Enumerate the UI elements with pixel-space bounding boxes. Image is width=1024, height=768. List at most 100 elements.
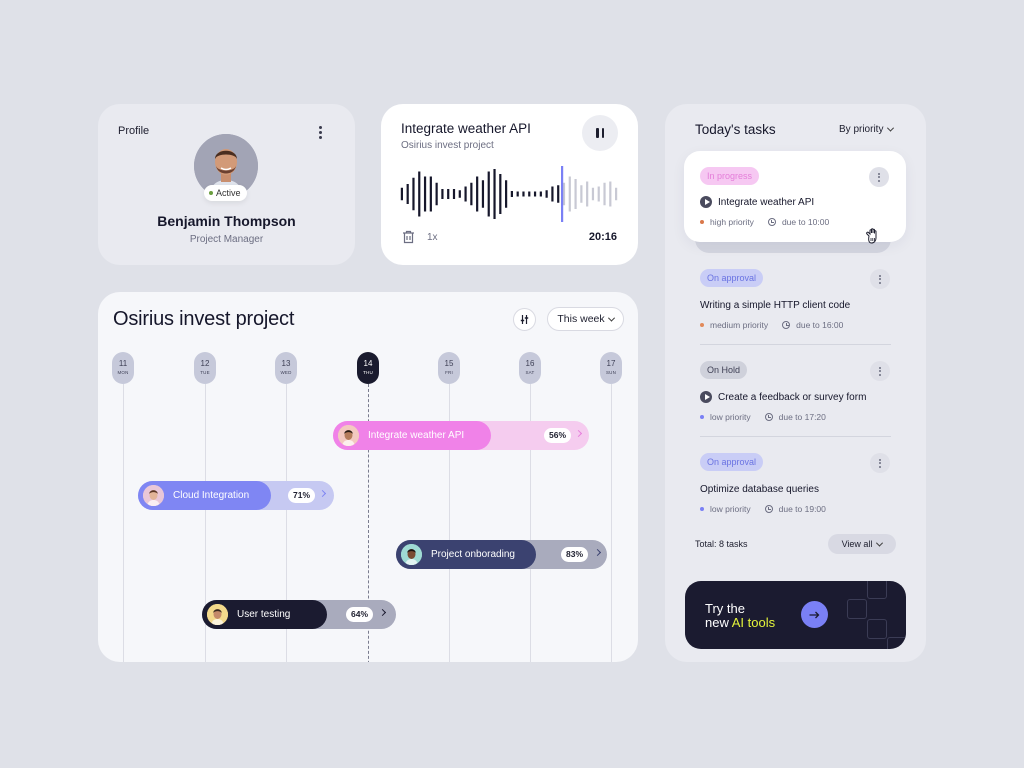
promo-arrow-button[interactable] (801, 601, 828, 628)
waveform-bar (435, 182, 438, 206)
gantt-bar[interactable]: Integrate weather API 56% (333, 421, 589, 450)
sort-dropdown[interactable]: By priority (839, 124, 895, 135)
gantt-task-name: User testing (237, 609, 291, 620)
priority-dot-icon (700, 415, 704, 419)
decor-square (887, 637, 906, 649)
waveform-bar (487, 171, 490, 217)
assignee-avatar[interactable] (207, 604, 228, 625)
due-label: due to 19:00 (778, 504, 826, 514)
day-pill-mon[interactable]: 11 MON (112, 352, 134, 384)
view-all-button[interactable]: View all (828, 534, 896, 554)
day-pill-wed[interactable]: 13 WED (275, 352, 297, 384)
play-icon[interactable] (700, 391, 712, 403)
gantt-bar[interactable]: User testing 64% (202, 600, 396, 629)
task-more-icon[interactable] (870, 361, 890, 381)
task-item[interactable]: On Hold Create a feedback or survey form… (700, 361, 890, 422)
waveform-bar (562, 182, 566, 206)
waveform-bar (522, 191, 525, 197)
day-pill-sun[interactable]: 17 SUN (600, 352, 622, 384)
playhead[interactable] (561, 166, 564, 222)
clock-icon (782, 321, 791, 329)
waveform[interactable] (399, 166, 619, 222)
pause-button[interactable] (582, 115, 618, 151)
progress-badge: 56% (544, 428, 572, 443)
waveform-bar (597, 186, 600, 202)
day-of-week: SAT (525, 370, 535, 375)
progress-badge: 83% (561, 547, 589, 562)
gantt-task-name: Cloud Integration (173, 490, 250, 501)
day-number: 12 (200, 359, 210, 368)
filter-button[interactable] (513, 308, 536, 331)
waveform-bar (533, 191, 537, 197)
gantt-bar[interactable]: Project onborading 83% (396, 540, 607, 569)
duration: 20:16 (588, 231, 617, 243)
waveform-bar (418, 171, 421, 217)
day-pill-sat[interactable]: 16 SAT (519, 352, 541, 384)
clock-icon (767, 218, 776, 226)
task-meta: low priority due to 19:00 (700, 504, 826, 514)
gantt-task-name: Integrate weather API (368, 430, 465, 441)
waveform-bar (591, 187, 595, 201)
waveform-bar (557, 185, 560, 203)
waveform-bar (423, 176, 427, 212)
day-of-week: WED (280, 370, 292, 375)
assignee-avatar[interactable] (401, 544, 422, 565)
day-number: 14 (363, 359, 373, 368)
play-icon[interactable] (700, 196, 712, 208)
tasks-title: Today's tasks (695, 122, 776, 137)
trash-icon[interactable] (402, 230, 415, 244)
range-dropdown[interactable]: This week (547, 307, 624, 331)
waveform-bar (493, 169, 496, 219)
profile-more-icon[interactable] (315, 125, 325, 139)
status-badge: On approval (700, 453, 764, 471)
task-more-icon[interactable] (869, 167, 889, 187)
playback-speed[interactable]: 1x (427, 232, 438, 243)
assignee-avatar[interactable] (143, 485, 164, 506)
chevron-right-icon[interactable] (593, 548, 602, 557)
day-pill-fri[interactable]: 15 FRI (438, 352, 460, 384)
promo-line-1: Try the (705, 601, 745, 616)
arrow-right-icon (809, 611, 820, 618)
range-label: This week (557, 313, 605, 325)
priority-label: medium priority (710, 320, 769, 330)
task-more-icon[interactable] (870, 269, 890, 289)
waveform-bar (528, 191, 531, 197)
waveform-bar (400, 187, 403, 201)
task-item[interactable]: On approval Optimize database queries lo… (700, 453, 890, 514)
day-column: 12 TUE (194, 352, 216, 384)
chevron-right-icon[interactable] (378, 608, 387, 617)
due-label: due to 16:00 (796, 320, 844, 330)
day-number: 11 (118, 359, 128, 368)
task-more-icon[interactable] (870, 453, 890, 473)
task-item[interactable]: In progress Integrate weather API high p… (700, 167, 890, 237)
day-pill-thu[interactable]: 14 THU (357, 352, 379, 384)
day-column: 11 MON (112, 352, 134, 384)
status-badge: On approval (700, 269, 764, 287)
day-number: 13 (281, 359, 291, 368)
day-column: 16 SAT (519, 352, 541, 384)
waveform-bar (499, 174, 502, 214)
task-item[interactable]: On approval Writing a simple HTTP client… (700, 269, 890, 330)
waveform-bar (545, 190, 548, 198)
promo-highlight: AI tools (731, 615, 776, 630)
gantt-bar[interactable]: Cloud Integration 71% (138, 481, 334, 510)
day-of-week: FRI (445, 370, 453, 375)
task-title: Writing a simple HTTP client code (700, 300, 851, 311)
task-meta: medium priority due to 16:00 (700, 320, 843, 330)
waveform-bar (568, 176, 571, 212)
assignee-avatar[interactable] (338, 425, 359, 446)
day-number: 17 (606, 359, 616, 368)
waveform-bar (539, 191, 542, 197)
chevron-right-icon[interactable] (574, 429, 583, 438)
chevron-right-icon[interactable] (318, 489, 327, 498)
waveform-bar (452, 189, 456, 199)
due-label: due to 10:00 (781, 217, 830, 227)
task-title: Create a feedback or survey form (718, 391, 867, 403)
day-pill-tue[interactable]: 12 TUE (194, 352, 216, 384)
day-gridline (123, 384, 124, 662)
day-column: 17 SUN (600, 352, 622, 384)
priority-dot-icon (700, 507, 704, 511)
gantt-task-name: Project onborading (431, 549, 515, 560)
day-of-week: MON (117, 370, 129, 375)
ai-tools-promo[interactable]: Try the new AI tools (685, 581, 906, 649)
